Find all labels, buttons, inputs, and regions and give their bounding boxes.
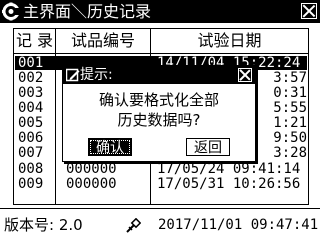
header-test-date: 试验日期 — [197, 31, 262, 50]
page-title: 主界面＼历史记录 — [23, 2, 152, 21]
table-row-no[interactable]: 001 — [18, 56, 48, 71]
table-row-no[interactable]: 007 — [18, 146, 48, 161]
table-row-no[interactable]: 006 — [18, 131, 48, 146]
dialog-title-bar: 提示: — [63, 66, 255, 84]
dialog-message-line2: 历史数据吗? — [117, 111, 201, 129]
gear-c-logo-icon — [2, 2, 22, 21]
table-row-no[interactable]: 003 — [18, 86, 48, 101]
header-divider — [14, 53, 308, 54]
dialog-message-line1: 确认要格式化全部 — [98, 91, 219, 109]
confirm-button[interactable]: 确认 — [88, 138, 132, 156]
table-row-no[interactable]: 009 — [18, 177, 48, 192]
version-label: 版本号: 2.0 — [4, 216, 83, 234]
dialog-title: 提示: — [80, 67, 113, 83]
edit-icon — [66, 68, 80, 82]
title-bar: 主界面＼历史记录 — [0, 0, 320, 23]
table-row-code[interactable]: 000000 — [66, 162, 146, 177]
clock-datetime: 2017/11/01 09:47:41 — [158, 217, 319, 233]
history-screen: 主界面＼历史记录 记 录 试品编号 试验日期 001 14/11/04 15:2… — [0, 0, 320, 240]
table-row-no[interactable]: 002 — [18, 71, 48, 86]
status-bar: 版本号: 2.0 2017/11/01 09:47:41 — [0, 208, 320, 240]
close-icon[interactable] — [238, 68, 252, 82]
usb-icon — [126, 218, 141, 233]
table-row-code[interactable]: 000000 — [66, 177, 146, 192]
table-row-no[interactable]: 004 — [18, 101, 48, 116]
table-row-no[interactable]: 005 — [18, 116, 48, 131]
header-sample-code: 试品编号 — [70, 31, 135, 50]
table-row-no[interactable]: 008 — [18, 162, 48, 177]
back-button[interactable]: 返回 — [186, 138, 230, 156]
close-icon[interactable] — [301, 3, 317, 19]
format-confirm-dialog: 提示: 确认要格式化全部 历史数据吗? 确认 返回 — [62, 65, 256, 162]
header-record-no: 记 录 — [15, 31, 54, 50]
table-row-date[interactable]: 17/05/31 10:26:56 — [157, 177, 307, 192]
table-row-date[interactable]: 17/05/24 09:41:14 — [157, 162, 307, 177]
